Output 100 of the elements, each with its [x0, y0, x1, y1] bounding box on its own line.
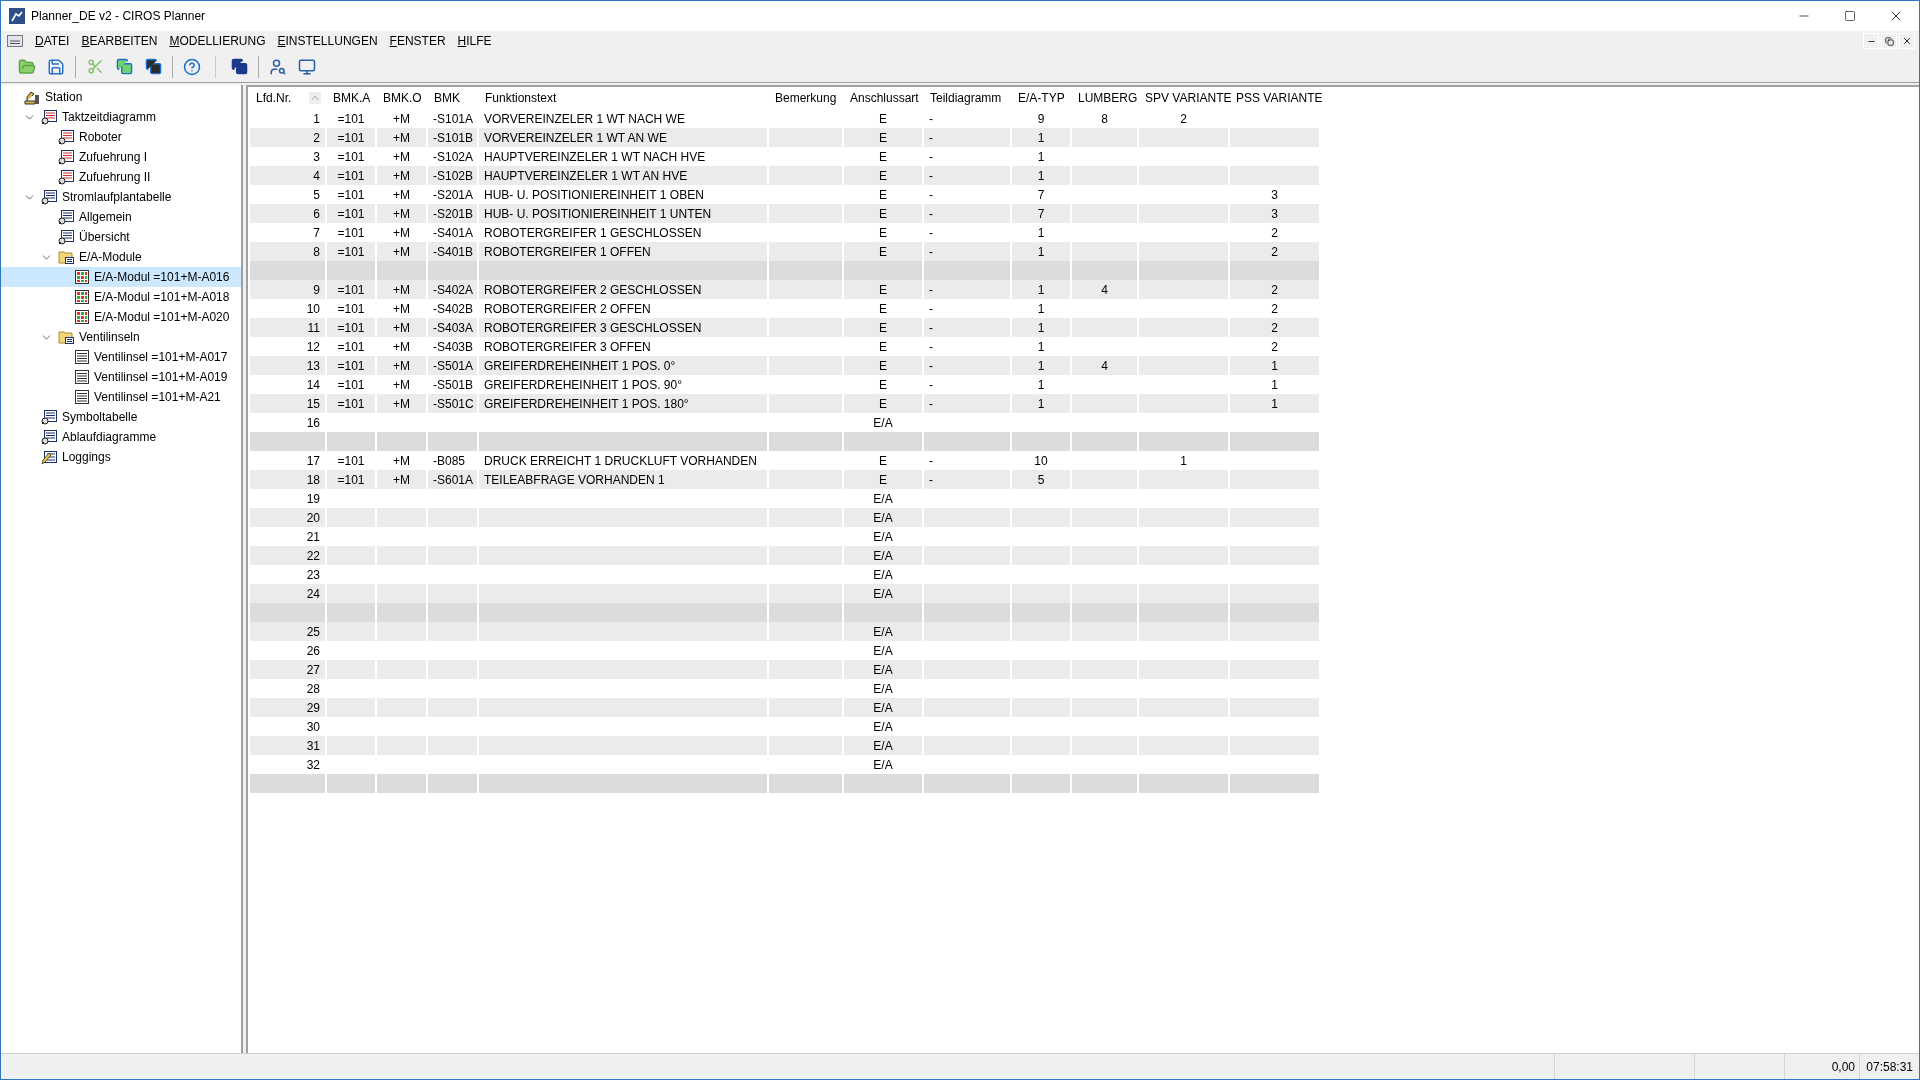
table-cell-text: E	[879, 281, 887, 299]
table-sheet-icon	[58, 209, 74, 225]
table-cell-text: 7	[1037, 205, 1045, 223]
tree-item[interactable]: Zufuehrung I	[79, 148, 148, 166]
table-cell-text: 17	[306, 452, 320, 470]
user-search-icon[interactable]	[269, 57, 287, 76]
column-header[interactable]: Bemerkung	[769, 89, 843, 107]
tree-item[interactable]: E/A-Module	[79, 248, 142, 266]
table-cell-text: -S501B	[433, 376, 474, 394]
save-icon[interactable]	[47, 57, 65, 76]
column-header[interactable]: Anschlussart	[844, 89, 925, 107]
table-cell-text: 5	[313, 186, 320, 204]
menu-item[interactable]: BEARBEITEN	[75, 32, 164, 50]
table-cell-text: E	[879, 186, 887, 204]
table-cell-text: 13	[306, 357, 320, 375]
table-cell-text: E/A	[873, 642, 893, 660]
table-cell-text: 1	[313, 110, 320, 128]
table-cell-text: ROBOTERGREIFER 1 OFFEN	[484, 243, 651, 261]
column-header[interactable]: Lfd.Nr.	[250, 89, 298, 107]
chart-sheet-icon	[58, 149, 74, 165]
tree-item[interactable]: E/A-Modul =101+M-A020	[94, 308, 230, 326]
tree-item[interactable]: Zufuehrung II	[79, 168, 151, 186]
copy-icon[interactable]	[115, 58, 133, 75]
table-cell-text: HAUPTVEREINZELER 1 WT NACH HVE	[484, 148, 706, 166]
tree-item[interactable]: Roboter	[79, 128, 122, 146]
table-cell-text: 1	[1037, 319, 1045, 337]
column-header[interactable]: Funktionstext	[479, 89, 563, 107]
column-header[interactable]: BMK.A	[327, 89, 377, 107]
table-cell-text: -S102A	[433, 148, 474, 166]
close-icon[interactable]	[1902, 36, 1912, 46]
tree-item[interactable]: Symboltabelle	[62, 408, 138, 426]
table-cell-text: 5	[1037, 471, 1045, 489]
table-cell-text: -S201A	[433, 186, 474, 204]
menu-item[interactable]: DATEI	[29, 32, 76, 50]
tree-item[interactable]: Taktzeitdiagramm	[62, 108, 157, 126]
table-cell-text: E	[879, 452, 887, 470]
maximize-icon[interactable]	[1844, 10, 1856, 22]
table-cell-text: E/A	[873, 680, 893, 698]
table-cell-text: ROBOTERGREIFER 3 OFFEN	[484, 338, 651, 356]
paste-icon[interactable]	[144, 58, 162, 75]
table-cell-text: E	[879, 148, 887, 166]
windows-icon[interactable]	[230, 58, 248, 75]
restore-icon[interactable]	[1884, 36, 1894, 46]
table-cell-text: -	[929, 319, 933, 337]
tree-item[interactable]: Ventilinsel =101+M-A017	[94, 348, 228, 366]
table-sheet-icon	[41, 429, 57, 445]
table-cell-text: +M	[393, 357, 410, 375]
tree-item[interactable]: Allgemein	[79, 208, 132, 226]
tree-item[interactable]: Stromlaufplantabelle	[62, 188, 172, 206]
table-cell-text: =101	[337, 148, 365, 166]
chart-sheet-icon	[58, 169, 74, 185]
monitor-icon[interactable]	[298, 57, 316, 76]
tree-item[interactable]: E/A-Modul =101+M-A018	[94, 288, 230, 306]
window-menu-icon[interactable]	[7, 35, 23, 47]
table-cell-text: E/A	[873, 490, 893, 508]
column-header[interactable]: E/A-TYP	[1012, 89, 1071, 107]
table-cell-text: +M	[393, 319, 410, 337]
column-header[interactable]: Teildiagramm	[924, 89, 1008, 107]
table-cell-text: -S501C	[433, 395, 474, 413]
table-cell-text: GREIFERDREHEINHEIT 1 POS. 180°	[484, 395, 689, 413]
table-cell-text: 15	[306, 395, 320, 413]
table-cell-text: -	[929, 224, 933, 242]
table-cell-text: 1	[1037, 167, 1045, 185]
table-cell-text: GREIFERDREHEINHEIT 1 POS. 90°	[484, 376, 682, 394]
menu-item[interactable]: FENSTER	[383, 32, 452, 50]
table-cell-text: =101	[337, 338, 365, 356]
table-cell-text: +M	[393, 205, 410, 223]
table-cell-text: E	[879, 167, 887, 185]
open-folder-icon[interactable]	[18, 57, 36, 76]
list-sheet-icon	[75, 370, 89, 384]
tree-item[interactable]: Übersicht	[79, 228, 130, 246]
table-cell-text: 1	[1037, 224, 1045, 242]
table-cell-text: VORVEREINZELER 1 WT AN WE	[484, 129, 667, 147]
table-cell-text: -S101A	[433, 110, 474, 128]
table-cell-text: E/A	[873, 661, 893, 679]
column-header[interactable]: BMK	[428, 89, 466, 107]
tree-item[interactable]: Ventilinsel =101+M-A019	[94, 368, 228, 386]
table-cell-text: E/A	[873, 699, 893, 717]
table-cell-text: 14	[306, 376, 320, 394]
column-header[interactable]: BMK.O	[377, 89, 428, 107]
menu-item[interactable]: EINSTELLUNGEN	[271, 32, 384, 50]
tree-item[interactable]: Ablaufdiagramme	[62, 428, 157, 446]
table-cell-text: 24	[306, 585, 320, 603]
table-cell-text: 1	[1037, 281, 1045, 299]
tree-item[interactable]: Ventilinseln	[79, 328, 140, 346]
tree-item[interactable]: Ventilinsel =101+M-A21	[94, 388, 221, 406]
menu-item[interactable]: HILFE	[451, 32, 498, 50]
table-cell-text: -	[929, 186, 933, 204]
table-cell-text: 22	[306, 547, 320, 565]
help-icon[interactable]	[183, 57, 201, 76]
table-cell-text: 10	[1034, 452, 1048, 470]
table-cell-text: +M	[393, 471, 410, 489]
table-cell-text: E	[879, 395, 887, 413]
tree-item[interactable]: Loggings	[62, 448, 111, 466]
table-cell-text: =101	[337, 205, 365, 223]
tree-item[interactable]: Station	[45, 88, 83, 106]
menu-item[interactable]: MODELLIERUNG	[163, 32, 272, 50]
table-cell-text: -	[929, 205, 933, 223]
table-cell-text: -S402B	[433, 300, 474, 318]
table-cell-text: -	[929, 300, 933, 318]
